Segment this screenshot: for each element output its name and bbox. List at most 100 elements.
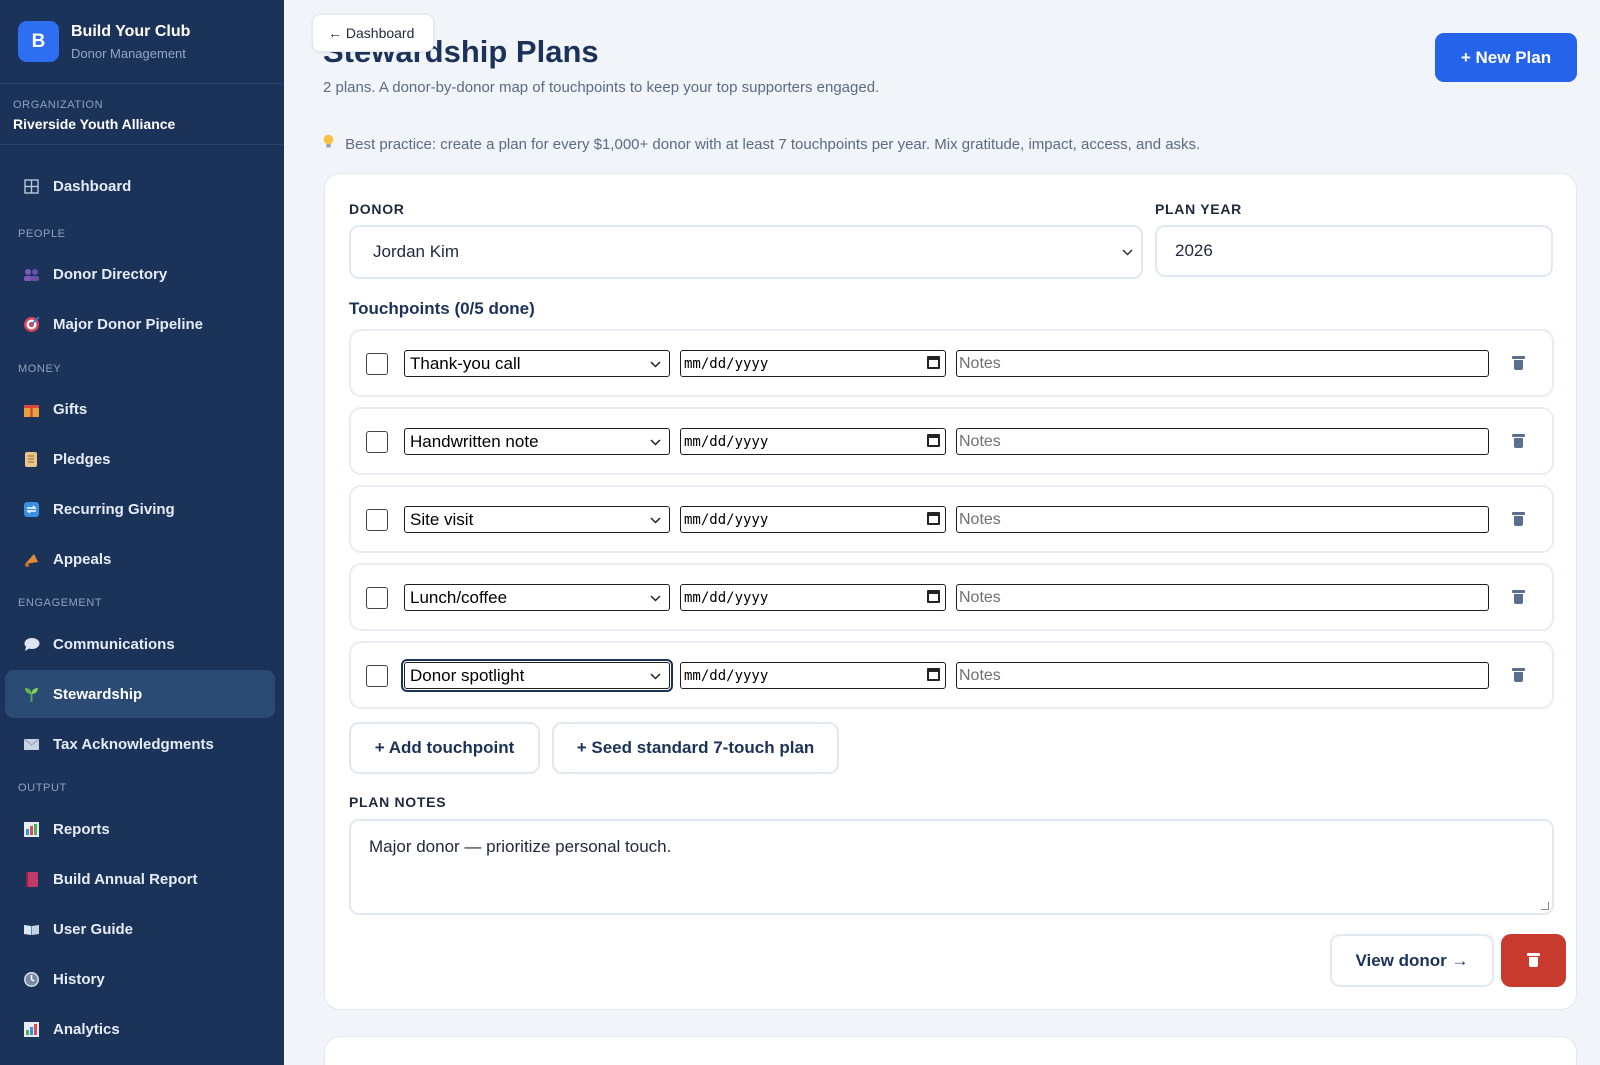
- scroll-icon: [21, 449, 41, 469]
- touchpoint-row: Lunch/coffee mm/dd/yyyy Notes: [349, 563, 1554, 631]
- section-money: MONEY: [18, 363, 62, 375]
- touchpoint-date-input[interactable]: mm/dd/yyyy: [680, 506, 946, 533]
- touchpoint-done-checkbox[interactable]: [366, 509, 388, 531]
- calendar-icon[interactable]: [927, 590, 940, 603]
- delete-touchpoint-icon[interactable]: [1512, 356, 1525, 370]
- sidebar-item-label: Recurring Giving: [53, 500, 175, 518]
- touchpoint-notes-input[interactable]: Notes: [956, 350, 1489, 377]
- touchpoint-notes-input[interactable]: Notes: [956, 428, 1489, 455]
- sidebar-item-analytics[interactable]: Analytics: [5, 1005, 275, 1053]
- brand: B Build Your Club Donor Management: [0, 0, 284, 84]
- touchpoint-done-checkbox[interactable]: [366, 587, 388, 609]
- sidebar-item-label: User Guide: [53, 920, 134, 938]
- touchpoint-done-checkbox[interactable]: [366, 431, 388, 453]
- delete-plan-button[interactable]: [1501, 934, 1566, 987]
- touchpoint-type-select[interactable]: Lunch/coffee: [404, 584, 670, 611]
- touchpoint-notes-input[interactable]: Notes: [956, 506, 1489, 533]
- touchpoint-done-checkbox[interactable]: [366, 353, 388, 375]
- bar-chart-icon: [21, 819, 41, 839]
- date-placeholder: mm/dd/yyyy: [684, 433, 769, 450]
- sidebar-item-label: Appeals: [53, 550, 112, 568]
- touchpoint-date-input[interactable]: mm/dd/yyyy: [680, 428, 946, 455]
- sidebar-item-label: Donor Directory: [53, 265, 168, 283]
- sidebar-item-label: Reports: [53, 820, 110, 838]
- second-plan-card: [324, 1036, 1577, 1065]
- add-touchpoint-button[interactable]: + Add touchpoint: [349, 722, 540, 774]
- delete-touchpoint-icon[interactable]: [1512, 668, 1525, 682]
- plan-notes-textarea[interactable]: Major donor — prioritize personal touch.: [349, 819, 1554, 915]
- date-placeholder: mm/dd/yyyy: [684, 355, 769, 372]
- touchpoint-date-input[interactable]: mm/dd/yyyy: [680, 350, 946, 377]
- delete-touchpoint-icon[interactable]: [1512, 512, 1525, 526]
- touchpoint-type-select[interactable]: Donor spotlight: [401, 659, 673, 692]
- seed-standard-plan-button[interactable]: + Seed standard 7-touch plan: [552, 722, 839, 774]
- chevron-down-icon: [650, 357, 661, 371]
- touchpoint-done-checkbox[interactable]: [366, 665, 388, 687]
- gift-icon: [21, 399, 41, 419]
- touchpoint-row: Thank-you call mm/dd/yyyy Notes: [349, 329, 1554, 397]
- touchpoint-type-value: Handwritten note: [410, 431, 539, 451]
- sidebar-item-gifts[interactable]: Gifts: [5, 385, 275, 433]
- org-name: Riverside Youth Alliance: [13, 116, 176, 132]
- brand-logo: B: [18, 21, 59, 62]
- plan-notes-label: PLAN NOTES: [349, 794, 447, 810]
- speech-bubble-icon: [21, 634, 41, 654]
- donor-label: DONOR: [349, 201, 405, 217]
- sidebar-item-dashboard[interactable]: Dashboard: [5, 162, 275, 210]
- tip-text: Best practice: create a plan for every $…: [345, 136, 1201, 153]
- touchpoint-date-input[interactable]: mm/dd/yyyy: [680, 584, 946, 611]
- sidebar-item-pledges[interactable]: Pledges: [5, 435, 275, 483]
- sidebar-item-tax-acknowledgments[interactable]: Tax Acknowledgments: [5, 720, 275, 768]
- plan-notes-value: Major donor — prioritize personal touch.: [369, 837, 672, 856]
- sidebar-item-label: Gifts: [53, 400, 88, 418]
- sidebar-item-label: Build Annual Report: [53, 870, 198, 888]
- calendar-icon[interactable]: [927, 434, 940, 447]
- touchpoint-notes-input[interactable]: Notes: [956, 584, 1489, 611]
- calendar-icon[interactable]: [927, 356, 940, 369]
- sidebar-item-recurring-giving[interactable]: Recurring Giving: [5, 485, 275, 533]
- organization: ORGANIZATION Riverside Youth Alliance: [0, 84, 284, 145]
- new-plan-button[interactable]: + New Plan: [1435, 33, 1577, 82]
- chevron-down-icon: [650, 435, 661, 449]
- sidebar-item-build-annual-report[interactable]: Build Annual Report: [5, 855, 275, 903]
- view-donor-button[interactable]: View donor →: [1330, 934, 1494, 987]
- delete-touchpoint-icon[interactable]: [1512, 590, 1525, 604]
- chevron-down-icon: [650, 669, 661, 683]
- calendar-icon[interactable]: [927, 668, 940, 681]
- plan-year-input[interactable]: 2026: [1155, 225, 1553, 277]
- sidebar-item-donor-directory[interactable]: Donor Directory: [5, 250, 275, 298]
- touchpoint-type-select[interactable]: Thank-you call: [404, 350, 670, 377]
- touchpoint-type-value: Thank-you call: [410, 353, 521, 373]
- touchpoint-type-select[interactable]: Handwritten note: [404, 428, 670, 455]
- touchpoint-type-select[interactable]: Site visit: [404, 506, 670, 533]
- donor-select[interactable]: Jordan Kim: [349, 225, 1143, 279]
- people-icon: [21, 264, 41, 284]
- trash-icon: [1527, 953, 1540, 967]
- sidebar-item-communications[interactable]: Communications: [5, 620, 275, 668]
- touchpoint-row: Site visit mm/dd/yyyy Notes: [349, 485, 1554, 553]
- open-book-icon: [21, 919, 41, 939]
- sidebar-item-stewardship[interactable]: Stewardship: [5, 670, 275, 718]
- sidebar-item-major-donor-pipeline[interactable]: Major Donor Pipeline: [5, 300, 275, 348]
- envelope-icon: [21, 734, 41, 754]
- sidebar-item-label: Pledges: [53, 450, 111, 468]
- sidebar-item-reports[interactable]: Reports: [5, 805, 275, 853]
- touchpoint-notes-input[interactable]: Notes: [956, 662, 1489, 689]
- touchpoint-date-input[interactable]: mm/dd/yyyy: [680, 662, 946, 689]
- target-icon: [21, 314, 41, 334]
- grid-icon: [21, 176, 41, 196]
- sidebar-item-user-guide[interactable]: User Guide: [5, 905, 275, 953]
- sidebar-item-history[interactable]: History: [5, 955, 275, 1003]
- delete-touchpoint-icon[interactable]: [1512, 434, 1525, 448]
- plan-year-label: PLAN YEAR: [1155, 201, 1242, 217]
- touchpoint-type-value: Lunch/coffee: [410, 587, 508, 607]
- touchpoint-row: Donor spotlight mm/dd/yyyy Notes: [349, 641, 1554, 709]
- back-to-dashboard-button[interactable]: ← Dashboard: [312, 14, 434, 52]
- section-output: OUTPUT: [18, 782, 67, 794]
- sidebar-item-appeals[interactable]: Appeals: [5, 535, 275, 583]
- resize-handle[interactable]: [1541, 902, 1549, 910]
- chevron-down-icon: [650, 513, 661, 527]
- calendar-icon[interactable]: [927, 512, 940, 525]
- analytics-icon: [21, 1019, 41, 1039]
- seedling-icon: [21, 684, 41, 704]
